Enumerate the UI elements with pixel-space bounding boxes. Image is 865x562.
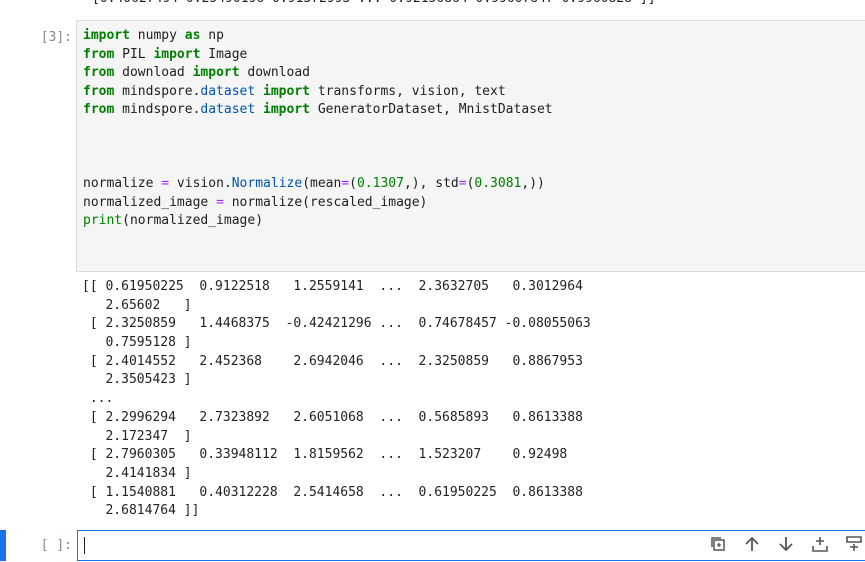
- move-cell-down-button[interactable]: [775, 535, 797, 557]
- duplicate-cell-button[interactable]: [707, 535, 729, 557]
- output-line: 2.172347 ]: [82, 428, 192, 444]
- previous-output-fragment: [0.40627494 0.25490196 0.91372993 ... 0.…: [78, 0, 865, 10]
- insert-cell-below-button[interactable]: [809, 535, 831, 557]
- code-line: from PIL import Image: [83, 46, 248, 62]
- empty-cell-prompt: [ ]:: [40, 538, 72, 553]
- move-up-icon: [743, 535, 761, 557]
- output-line: 2.65602 ]: [82, 297, 192, 313]
- output-line: [[ 0.61950225 0.9122518 1.2559141 ... 2.…: [82, 279, 583, 294]
- insert-above-icon: [845, 535, 863, 557]
- output-line: [ 2.7960305 0.33948112 1.8159562 ... 1.5…: [82, 447, 568, 463]
- move-cell-up-button[interactable]: [741, 535, 763, 557]
- output-line: 0.7595128 ]: [82, 335, 192, 351]
- output-line: [ 2.4014552 2.452368 2.6942046 ... 2.325…: [82, 353, 583, 369]
- output-line: [ 1.1540881 0.40312228 2.5414658 ... 0.6…: [82, 484, 583, 500]
- code-editor[interactable]: import numpy as np from PIL import Image…: [83, 27, 553, 231]
- output-line: ...: [82, 391, 114, 407]
- cell-3-output: [[ 0.61950225 0.9122518 1.2559141 ... 2.…: [82, 278, 862, 521]
- output-line: 2.6814764 ]]: [82, 503, 200, 519]
- output-line: [ 2.2996294 2.7323892 2.6051068 ... 0.56…: [82, 409, 583, 425]
- code-line: from mindspore.dataset import transforms…: [83, 83, 506, 99]
- code-line: from mindspore.dataset import GeneratorD…: [83, 102, 553, 117]
- output-line: 2.4141834 ]: [82, 465, 192, 481]
- text-cursor: [84, 537, 85, 554]
- move-down-icon: [777, 535, 795, 557]
- code-line: from download import download: [83, 65, 311, 80]
- empty-code-cell[interactable]: [77, 530, 865, 561]
- code-line: normalize = vision.Normalize(mean=(0.130…: [83, 176, 545, 191]
- output-line: [ 2.3250859 1.4468375 -0.42421296 ... 0.…: [82, 316, 591, 332]
- code-cell-3[interactable]: import numpy as np from PIL import Image…: [76, 20, 865, 272]
- insert-cell-above-button[interactable]: [843, 535, 865, 557]
- cell-toolbar: [707, 535, 865, 557]
- insert-below-icon: [811, 535, 829, 557]
- code-line: normalized_image = normalize(rescaled_im…: [83, 194, 428, 210]
- duplicate-icon: [709, 535, 727, 557]
- code-line: import numpy as np: [83, 28, 224, 43]
- output-line: 2.3505423 ]: [82, 372, 192, 388]
- cell-3-prompt: [3]:: [40, 30, 72, 45]
- code-line: print(normalized_image): [83, 213, 264, 228]
